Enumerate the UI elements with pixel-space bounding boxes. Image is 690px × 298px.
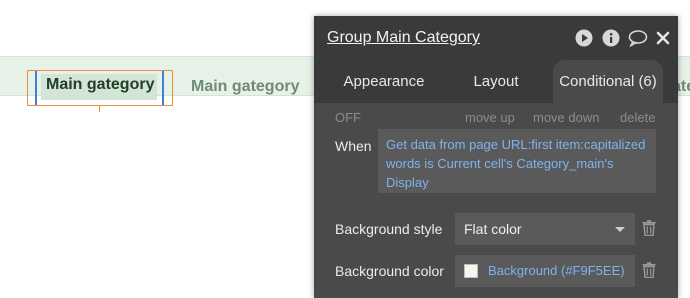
- trash-icon[interactable]: [642, 220, 656, 237]
- background-color-field[interactable]: Background (#F9F5EE): [455, 255, 635, 287]
- move-down-button[interactable]: move down: [533, 110, 599, 126]
- selected-category-group[interactable]: Main gategory: [27, 70, 173, 112]
- when-label: When: [335, 138, 372, 154]
- selection-anchor: [99, 106, 100, 112]
- tab-appearance[interactable]: Appearance: [328, 60, 440, 103]
- element-name-title[interactable]: Group Main Category: [327, 29, 480, 47]
- condition-expression-field[interactable]: Get data from page URL:first item:capita…: [378, 129, 656, 193]
- trash-icon[interactable]: [642, 262, 656, 279]
- info-icon[interactable]: [602, 29, 620, 47]
- tab-conditional[interactable]: Conditional (6): [553, 60, 663, 103]
- background-color-value[interactable]: Background (#F9F5EE): [488, 263, 625, 278]
- color-swatch[interactable]: [464, 264, 478, 278]
- chevron-down-icon: [615, 227, 625, 232]
- comment-icon[interactable]: [628, 29, 648, 47]
- close-icon[interactable]: [656, 29, 670, 47]
- tab-layout[interactable]: Layout: [444, 60, 548, 103]
- category-item-label[interactable]: Main gategory: [46, 76, 154, 94]
- property-editor-panel: Group Main Category Appearance Layout Co…: [314, 16, 678, 298]
- delete-condition-button[interactable]: delete: [620, 110, 655, 126]
- background-style-label: Background style: [335, 221, 443, 237]
- panel-tabs: Appearance Layout Conditional (6): [314, 60, 678, 103]
- move-up-button[interactable]: move up: [465, 110, 515, 126]
- panel-header: Group Main Category: [314, 16, 678, 60]
- condition-off-toggle[interactable]: OFF: [335, 110, 361, 126]
- play-icon[interactable]: [575, 29, 593, 47]
- background-style-value: Flat color: [464, 221, 522, 237]
- category-item-label[interactable]: Main gategory: [191, 78, 299, 96]
- background-color-label: Background color: [335, 263, 444, 279]
- background-style-dropdown[interactable]: Flat color: [455, 213, 635, 245]
